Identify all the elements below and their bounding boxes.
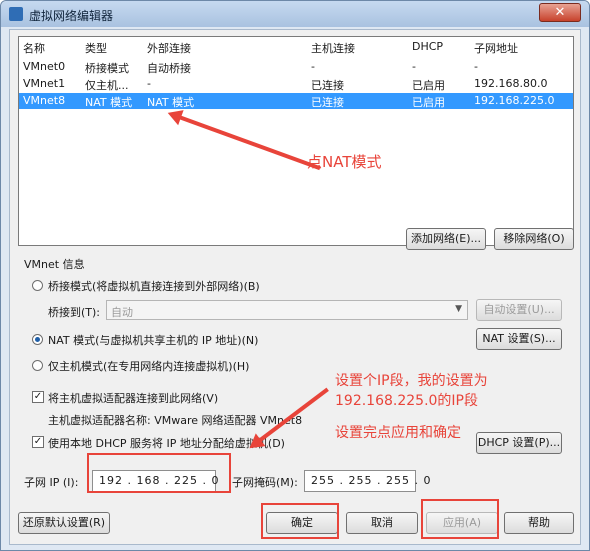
annotation-confirm: 设置完点应用和确定 (335, 425, 461, 441)
column-header-host[interactable]: 主机连接 (311, 40, 355, 56)
cell-host: 已连接 (311, 96, 344, 109)
network-list[interactable]: 名称 类型 外部连接 主机连接 DHCP 子网地址 VMnet0 桥接模式 自动… (18, 36, 574, 246)
cell-external: 自动桥接 (147, 62, 191, 75)
nat-settings-button[interactable]: NAT 设置(S)... (476, 328, 562, 350)
cell-dhcp: 已启用 (412, 79, 445, 92)
help-button[interactable]: 帮助 (504, 512, 574, 534)
network-row-vmnet1[interactable]: VMnet1 仅主机... - 已连接 已启用 192.168.80.0 (19, 76, 573, 92)
nat-mode-radio[interactable] (32, 334, 43, 345)
annotation-click-nat: 点NAT模式 (307, 153, 382, 171)
cell-host: - (311, 60, 315, 73)
bridge-to-value: 自动 (111, 306, 133, 319)
window-title: 虚拟网络编辑器 (29, 9, 114, 23)
dhcp-settings-button[interactable]: DHCP 设置(P)... (476, 432, 562, 454)
restore-defaults-button[interactable]: 还原默认设置(R) (18, 512, 110, 534)
cell-type: 仅主机... (85, 79, 129, 92)
host-only-label[interactable]: 仅主机模式(在专用网络内连接虚拟机)(H) (48, 358, 249, 374)
column-header-external[interactable]: 外部连接 (147, 40, 191, 56)
add-network-button[interactable]: 添加网络(E)... (406, 228, 486, 250)
column-header-name[interactable]: 名称 (23, 40, 45, 56)
vmnet-info-label: VMnet 信息 (24, 258, 85, 271)
cell-type: NAT 模式 (85, 96, 133, 109)
adapter-name-text: 主机虚拟适配器名称: VMware 网络适配器 VMnet8 (48, 414, 303, 427)
cell-name: VMnet0 (23, 60, 66, 73)
cell-external: - (147, 77, 151, 90)
subnet-ip-label: 子网 IP (I): (24, 476, 79, 489)
column-header-subnet[interactable]: 子网地址 (474, 40, 518, 56)
title-bar[interactable]: 虚拟网络编辑器 ✕ (1, 1, 589, 27)
cell-name: VMnet1 (23, 77, 66, 90)
cell-name: VMnet8 (23, 94, 66, 107)
cell-subnet: 192.168.225.0 (474, 94, 555, 107)
connect-adapter-label[interactable]: 将主机虚拟适配器连接到此网络(V) (48, 390, 218, 406)
cell-host: 已连接 (311, 79, 344, 92)
remove-network-button[interactable]: 移除网络(O) (494, 228, 574, 250)
cell-type: 桥接模式 (85, 62, 129, 75)
subnet-mask-label: 子网掩码(M): (232, 476, 298, 489)
network-row-vmnet0[interactable]: VMnet0 桥接模式 自动桥接 - - - (19, 59, 573, 75)
close-button[interactable]: ✕ (539, 3, 581, 22)
cancel-button[interactable]: 取消 (346, 512, 418, 534)
connect-adapter-checkbox[interactable]: ✓ (32, 391, 44, 403)
annotation-box-subnet-ip (87, 453, 231, 493)
use-dhcp-checkbox[interactable]: ✓ (32, 436, 44, 448)
cell-dhcp: 已启用 (412, 96, 445, 109)
annotation-box-apply (421, 499, 499, 539)
bridge-mode-label[interactable]: 桥接模式(将虚拟机直接连接到外部网络)(B) (48, 278, 260, 294)
annotation-box-ok (261, 503, 339, 539)
column-header-dhcp[interactable]: DHCP (412, 40, 443, 53)
bridge-to-select[interactable]: 自动 ▼ (106, 300, 468, 320)
chevron-down-icon: ▼ (455, 304, 462, 314)
network-list-header: 名称 类型 外部连接 主机连接 DHCP 子网地址 (19, 39, 573, 55)
subnet-mask-input[interactable]: 255 . 255 . 255 . 0 (304, 470, 430, 492)
cell-subnet: 192.168.80.0 (474, 77, 548, 90)
annotation-set-ip-line2: 192.168.225.0的IP段 (335, 393, 478, 409)
cell-subnet: - (474, 60, 478, 73)
app-icon (9, 7, 23, 21)
cell-dhcp: - (412, 60, 416, 73)
virtual-network-editor-window: 虚拟网络编辑器 ✕ 名称 类型 外部连接 主机连接 DHCP 子网地址 VMne… (0, 0, 590, 551)
host-only-radio[interactable] (32, 360, 43, 371)
bridge-to-label: 桥接到(T): (48, 306, 101, 319)
auto-settings-button[interactable]: 自动设置(U)... (476, 299, 562, 321)
bridge-mode-radio[interactable] (32, 280, 43, 291)
network-row-vmnet8[interactable]: VMnet8 NAT 模式 NAT 模式 已连接 已启用 192.168.225… (19, 93, 573, 109)
column-header-type[interactable]: 类型 (85, 40, 107, 56)
nat-mode-label[interactable]: NAT 模式(与虚拟机共享主机的 IP 地址)(N) (48, 332, 258, 348)
annotation-set-ip-line1: 设置个IP段，我的设置为 (335, 373, 488, 389)
